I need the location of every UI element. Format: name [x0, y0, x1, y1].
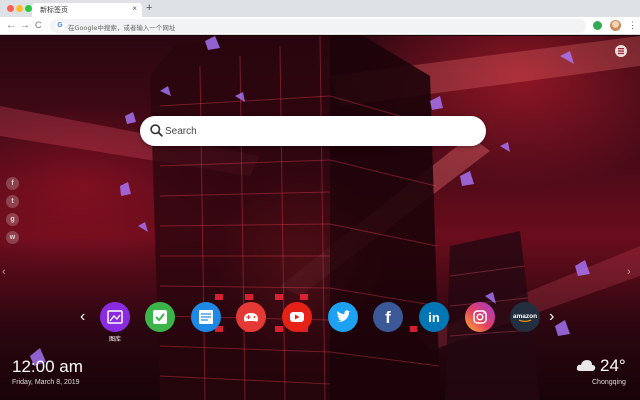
minimize-window-icon[interactable]	[16, 5, 23, 12]
notes-icon	[199, 310, 213, 324]
app-games[interactable]	[236, 302, 266, 332]
app-youtube[interactable]	[282, 302, 312, 332]
gallery-icon	[107, 310, 123, 324]
wechat-icon[interactable]: w	[6, 231, 19, 244]
search-input[interactable]	[165, 121, 465, 141]
google-plus-icon[interactable]: g	[6, 213, 19, 226]
new-tab-button[interactable]: +	[146, 2, 152, 14]
clock-date: Friday, March 8, 2019	[12, 379, 80, 386]
youtube-icon	[290, 312, 304, 322]
city-wallpaper	[0, 36, 640, 400]
app-instagram[interactable]	[465, 302, 495, 332]
right-page-arrow-icon[interactable]: ›	[627, 266, 638, 280]
search-icon[interactable]	[149, 123, 164, 138]
app-twitter[interactable]	[328, 302, 358, 332]
forward-button[interactable]: →	[20, 19, 30, 32]
app-tasks[interactable]	[145, 302, 175, 332]
browser-tab[interactable]: 新标签页 ×	[32, 3, 142, 17]
left-page-arrow-icon[interactable]: ‹	[2, 266, 13, 280]
weather-city: Chongqing	[592, 379, 626, 386]
gamepad-icon	[244, 313, 258, 322]
close-window-icon[interactable]	[7, 5, 14, 12]
reload-button[interactable]: C	[35, 19, 42, 32]
app-label-gallery: 图库	[108, 336, 121, 343]
app-facebook[interactable]: f	[373, 302, 403, 332]
facebook-icon: f	[385, 308, 391, 327]
checkmark-icon	[153, 310, 167, 324]
tab-title: 新标签页	[40, 6, 68, 14]
search-box[interactable]	[140, 116, 486, 146]
app-notes[interactable]	[191, 302, 221, 332]
app-amazon[interactable]: amazon	[510, 302, 540, 332]
extension-icon[interactable]	[593, 21, 602, 30]
facebook-icon[interactable]: f	[6, 177, 19, 190]
menu-icon[interactable]: ⋮	[628, 19, 637, 31]
google-icon: G	[55, 21, 65, 31]
dock-prev-button[interactable]: ‹	[80, 308, 85, 326]
cloud-icon	[576, 360, 596, 371]
address-bar[interactable]: G 在Google中搜索，或者输入一个网址	[50, 19, 586, 33]
instagram-icon	[473, 310, 487, 324]
dock-next-button[interactable]: ›	[549, 308, 554, 326]
address-placeholder: 在Google中搜索，或者输入一个网址	[68, 24, 176, 32]
app-gallery[interactable]	[100, 302, 130, 332]
twitter-icon	[336, 310, 351, 322]
browser-toolbar: ← → C G 在Google中搜索，或者输入一个网址 ⋮	[0, 17, 640, 35]
profile-avatar[interactable]	[610, 20, 621, 31]
svg-text:in: in	[428, 310, 440, 325]
settings-icon[interactable]	[614, 44, 628, 58]
tab-close-icon[interactable]: ×	[132, 4, 137, 13]
amazon-wordmark: amazon	[513, 313, 537, 320]
weather-temperature: 24°	[600, 356, 626, 375]
tab-bar: 新标签页 × +	[0, 0, 640, 17]
maximize-window-icon[interactable]	[25, 5, 32, 12]
new-tab-page: f t g w ‹ › ‹ › 图库	[0, 36, 640, 400]
svg-text:f: f	[385, 308, 391, 327]
twitter-icon[interactable]: t	[6, 195, 19, 208]
amazon-icon: amazon	[513, 313, 537, 323]
clock-time: 12:00 am	[12, 357, 83, 376]
linkedin-icon: in	[428, 310, 440, 325]
app-linkedin[interactable]: in	[419, 302, 449, 332]
back-button[interactable]: ←	[6, 19, 16, 32]
